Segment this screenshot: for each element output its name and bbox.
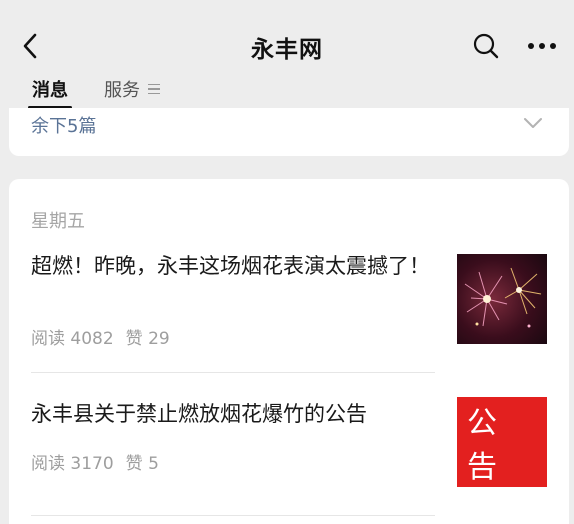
day-group-card: 星期五 超燃！昨晚，永丰这场烟花表演太震撼了！ 阅读 4082 赞 29 永丰县… (9, 179, 569, 524)
remaining-articles-link[interactable]: 余下5篇 (31, 112, 96, 138)
tab-services[interactable]: 服务 (104, 76, 160, 102)
notice-image: 公告 (457, 397, 547, 487)
more-button[interactable] (522, 28, 562, 64)
like-count: 赞 5 (125, 454, 159, 474)
search-icon (473, 33, 499, 59)
fireworks-drawing (464, 267, 542, 328)
article-title: 永丰县关于禁止燃放烟花爆竹的公告 (31, 402, 367, 426)
menu-icon (148, 81, 160, 98)
search-button[interactable] (468, 28, 504, 64)
day-label: 星期五 (31, 211, 85, 232)
article-stats: 阅读 3170 赞 5 (31, 449, 159, 474)
divider (31, 372, 435, 373)
article-item[interactable]: 超燃！昨晚，永丰这场烟花表演太震撼了！ 阅读 4082 赞 29 (31, 249, 547, 371)
article-stats: 阅读 4082 赞 29 (31, 324, 170, 349)
tab-messages-label: 消息 (32, 80, 68, 101)
tab-messages[interactable]: 消息 (28, 76, 72, 109)
article-item[interactable]: 永丰县关于禁止燃放烟花爆竹的公告 阅读 3170 赞 5 公告 (31, 397, 547, 497)
top-bar: 永丰网 消息 服务 (0, 0, 574, 109)
back-button[interactable] (12, 28, 48, 64)
tab-services-label: 服务 (104, 80, 140, 101)
notice-image-text: 公告 (467, 406, 511, 485)
like-count: 赞 29 (125, 329, 170, 349)
article-title: 超燃！昨晚，永丰这场烟花表演太震撼了！ (31, 254, 430, 278)
official-account-page: 永丰网 消息 服务 余下5篇 星期五 超燃！昨晚，永丰这场烟花表演太震撼了！ 阅… (0, 0, 574, 524)
article-thumbnail: 公告 (457, 397, 547, 487)
chevron-left-icon (23, 33, 37, 59)
chevron-down-icon[interactable] (523, 116, 543, 130)
page-title: 永丰网 (251, 37, 323, 63)
read-count: 阅读 3170 (31, 454, 114, 474)
fireworks-image (457, 254, 547, 344)
collapsed-articles-card: 余下5篇 (9, 108, 569, 156)
divider (31, 515, 435, 516)
tab-bar: 消息 服务 (0, 72, 574, 109)
more-dots-icon (528, 43, 556, 49)
article-thumbnail (457, 254, 547, 344)
read-count: 阅读 4082 (31, 329, 114, 349)
